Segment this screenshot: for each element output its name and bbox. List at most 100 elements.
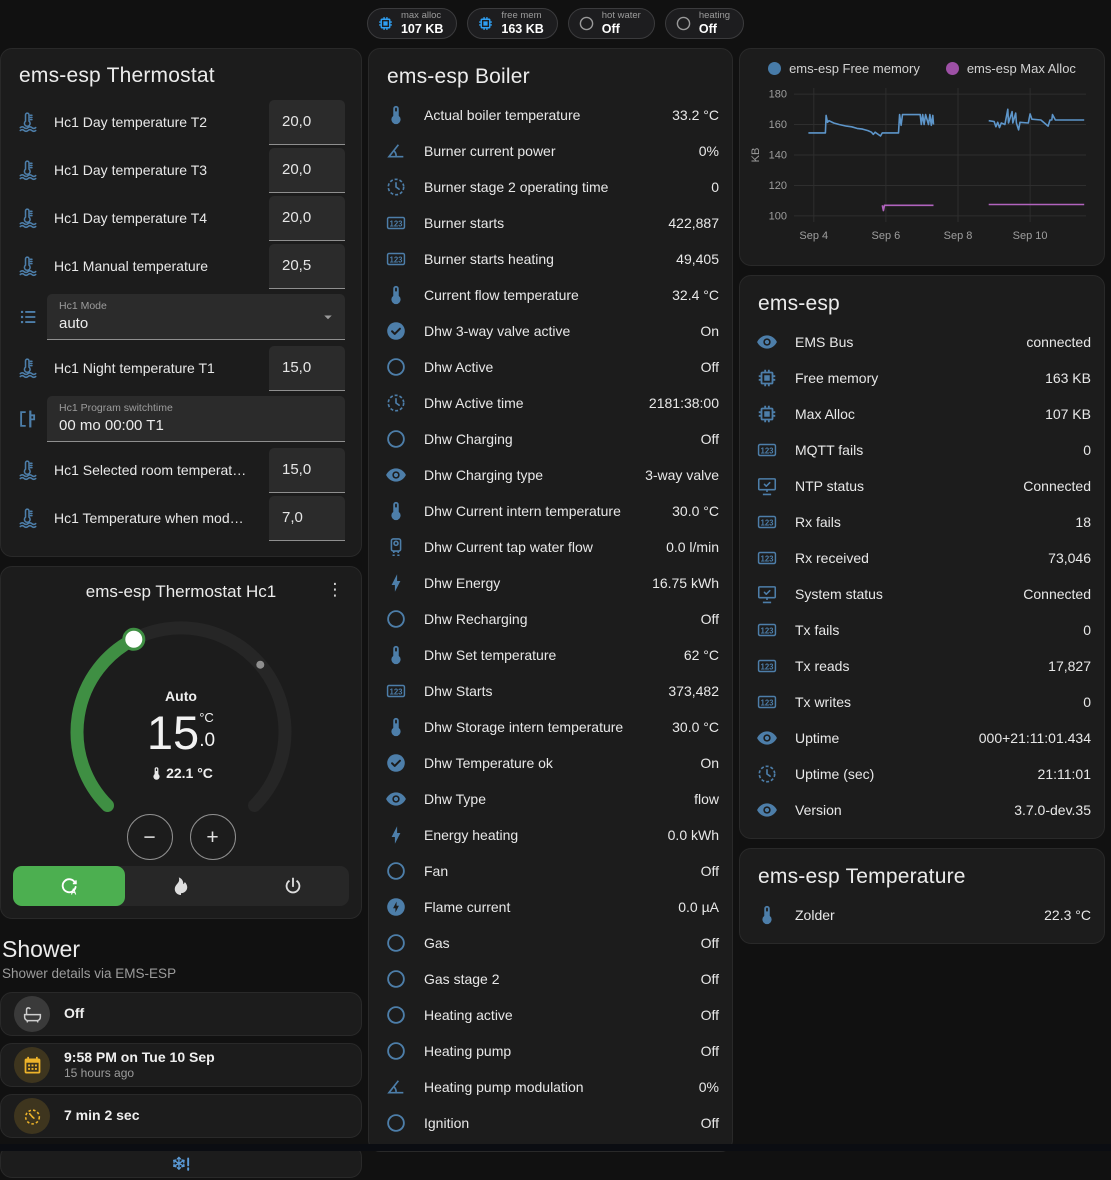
chevron-down-icon xyxy=(319,308,337,326)
entity-row[interactable]: Dhw Current tap water flow 0.0 l/min xyxy=(385,529,719,565)
entity-row[interactable]: 123 Tx reads 17,827 xyxy=(756,648,1091,684)
thermometer-icon xyxy=(385,644,407,666)
mode-select[interactable]: Hc1 Mode auto xyxy=(47,294,345,340)
entity-value: 0.0 kWh xyxy=(668,827,719,843)
number-input[interactable]: 20,0 xyxy=(269,148,345,193)
chip-value: Off xyxy=(699,22,730,36)
entity-row[interactable]: 123 Burner starts heating 49,405 xyxy=(385,241,719,277)
number-input[interactable]: 7,0 xyxy=(269,496,345,541)
entity-value: 3.7.0-dev.35 xyxy=(1014,802,1091,818)
entity-row[interactable]: Heating pump modulation 0% xyxy=(385,1069,719,1105)
legend-dot xyxy=(768,62,781,75)
hvac-mode-button[interactable] xyxy=(125,866,237,906)
entity-value: 0 xyxy=(1083,622,1091,638)
status-chip[interactable]: heating Off xyxy=(665,8,744,39)
entity-row[interactable]: Flame current 0.0 µA xyxy=(385,889,719,925)
status-chip[interactable]: free mem 163 KB xyxy=(467,8,557,39)
entity-row[interactable]: Dhw Active Off xyxy=(385,349,719,385)
counter-icon: 123 xyxy=(756,655,778,677)
eye-icon xyxy=(385,788,407,810)
card-title: ems-esp Boiler xyxy=(387,65,719,89)
boiler-card: ems-esp Boiler Actual boiler temperature… xyxy=(368,48,733,1152)
entity-row[interactable]: Ignition Off xyxy=(385,1105,719,1141)
line-chart[interactable]: 100120140160180Sep 4Sep 6Sep 8Sep 10KB xyxy=(748,78,1094,254)
temp-increase-button[interactable]: + xyxy=(190,814,236,860)
circle-icon xyxy=(578,15,595,32)
entity-row[interactable]: 123 Dhw Starts 373,482 xyxy=(385,673,719,709)
entity-row[interactable]: Free memory 163 KB xyxy=(756,360,1091,396)
hvac-mode-button[interactable]: A xyxy=(13,866,125,906)
entity-row[interactable]: 123 Burner starts 422,887 xyxy=(385,205,719,241)
coolant-icon xyxy=(17,507,39,529)
entity-row[interactable]: System status Connected xyxy=(756,576,1091,612)
entity-row[interactable]: 123 Rx received 73,046 xyxy=(756,540,1091,576)
entity-label: Dhw 3-way valve active xyxy=(424,323,692,339)
entity-row[interactable]: Dhw Storage intern temperature 30.0 °C xyxy=(385,709,719,745)
entity-row[interactable]: Dhw Current intern temperature 30.0 °C xyxy=(385,493,719,529)
entity-value: 30.0 °C xyxy=(672,719,719,735)
shower-item[interactable]: 7 min 2 sec xyxy=(0,1094,362,1138)
number-input[interactable]: 20,0 xyxy=(269,196,345,241)
entity-value: 16.75 kWh xyxy=(652,575,719,591)
entity-row[interactable]: Dhw Temperature ok On xyxy=(385,745,719,781)
entity-row[interactable]: Fan Off xyxy=(385,853,719,889)
entity-row[interactable]: Heating active Off xyxy=(385,997,719,1033)
entity-row[interactable]: Gas Off xyxy=(385,925,719,961)
chip-label: hot water xyxy=(602,11,641,22)
entity-row[interactable]: Energy heating 0.0 kWh xyxy=(385,817,719,853)
entity-value: 0% xyxy=(699,1079,719,1095)
entity-value: connected xyxy=(1026,334,1091,350)
svg-text:Sep 4: Sep 4 xyxy=(799,230,828,242)
bottom-edge-bar xyxy=(0,1144,1111,1151)
entity-label: Dhw Recharging xyxy=(424,611,693,627)
entity-row[interactable]: Dhw Energy 16.75 kWh xyxy=(385,565,719,601)
number-input[interactable]: 20,5 xyxy=(269,244,345,289)
chip-label: max alloc xyxy=(401,11,443,22)
temp-decrease-button[interactable]: − xyxy=(127,814,173,860)
entity-row[interactable]: Dhw Charging type 3-way valve xyxy=(385,457,719,493)
thermostat-dial[interactable]: Auto 15 °C .0 22.1 °C − + xyxy=(7,604,355,862)
number-input[interactable]: 15,0 xyxy=(269,448,345,493)
legend-item[interactable]: ems-esp Free memory xyxy=(768,61,920,76)
entity-row[interactable]: Heating pump Off xyxy=(385,1033,719,1069)
entity-row[interactable]: Burner stage 2 operating time 0 xyxy=(385,169,719,205)
entity-value: Off xyxy=(701,863,719,879)
entity-row[interactable]: 123 Rx fails 18 xyxy=(756,504,1091,540)
entity-row[interactable]: NTP status Connected xyxy=(756,468,1091,504)
entity-row[interactable]: Dhw Recharging Off xyxy=(385,601,719,637)
entity-row[interactable]: 123 Tx writes 0 xyxy=(756,684,1091,720)
svg-text:123: 123 xyxy=(761,698,775,707)
entity-row[interactable]: Dhw Type flow xyxy=(385,781,719,817)
entity-row[interactable]: Dhw Charging Off xyxy=(385,421,719,457)
number-input[interactable]: 20,0 xyxy=(269,100,345,145)
entity-row[interactable]: Uptime 000+21:11:01.434 xyxy=(756,720,1091,756)
thermometer-icon xyxy=(385,284,407,306)
legend-item[interactable]: ems-esp Max Alloc xyxy=(946,61,1076,76)
shower-item[interactable]: 9:58 PM on Tue 10 Sep 15 hours ago xyxy=(0,1043,362,1087)
entity-row[interactable]: Zolder 22.3 °C xyxy=(756,897,1091,933)
entity-label: Dhw Charging type xyxy=(424,467,637,483)
valve-icon xyxy=(17,408,39,430)
entity-row[interactable]: Uptime (sec) 21:11:01 xyxy=(756,756,1091,792)
hvac-mode-button[interactable] xyxy=(237,866,349,906)
entity-row[interactable]: Dhw 3-way valve active On xyxy=(385,313,719,349)
entity-row[interactable]: EMS Bus connected xyxy=(756,324,1091,360)
entity-row[interactable]: Max Alloc 107 KB xyxy=(756,396,1091,432)
entity-row[interactable]: Current flow temperature 32.4 °C xyxy=(385,277,719,313)
shower-item[interactable]: Off xyxy=(0,992,362,1036)
circle-icon xyxy=(675,15,692,32)
more-menu-button[interactable]: ⋮ xyxy=(325,580,345,600)
entity-row[interactable]: 123 Tx fails 0 xyxy=(756,612,1091,648)
text-field[interactable]: Hc1 Program switchtime 00 mo 00:00 T1 xyxy=(47,396,345,442)
entity-label: Heating pump xyxy=(424,1043,693,1059)
entity-row[interactable]: Actual boiler temperature 33.2 °C xyxy=(385,97,719,133)
entity-row[interactable]: Burner current power 0% xyxy=(385,133,719,169)
entity-row[interactable]: Version 3.7.0-dev.35 xyxy=(756,792,1091,828)
entity-row[interactable]: Gas stage 2 Off xyxy=(385,961,719,997)
status-chip[interactable]: hot water Off xyxy=(568,8,655,39)
entity-row[interactable]: 123 MQTT fails 0 xyxy=(756,432,1091,468)
entity-row[interactable]: Dhw Set temperature 62 °C xyxy=(385,637,719,673)
status-chip[interactable]: max alloc 107 KB xyxy=(367,8,457,39)
number-input[interactable]: 15,0 xyxy=(269,346,345,391)
entity-row[interactable]: Dhw Active time 2181:38:00 xyxy=(385,385,719,421)
